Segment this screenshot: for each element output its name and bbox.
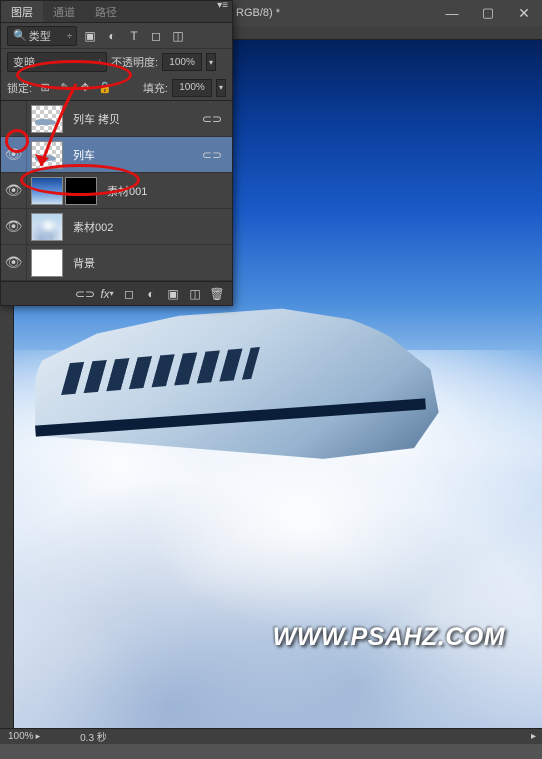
visibility-toggle[interactable]: 👁 xyxy=(1,245,27,280)
layer-row[interactable]: 👁 素材001 xyxy=(1,173,232,209)
filter-pixel-icon[interactable]: ▣ xyxy=(81,27,99,45)
layers-panel: ◄◄ 图层 通道 路径 ▾≡ 🔍类型÷ ▣ ◐ T ◻ ◫ 变暗÷ 不透明度: … xyxy=(0,0,233,306)
tab-paths[interactable]: 路径 xyxy=(85,1,127,22)
blend-mode-select[interactable]: 变暗÷ xyxy=(7,52,107,72)
layer-row[interactable]: 👁 背景 xyxy=(1,245,232,281)
layer-list: 列车 拷贝 ⊂⊃ 👁 列车 ⊂⊃ 👁 素材001 👁 xyxy=(1,101,232,281)
lock-label: 锁定: xyxy=(7,80,32,96)
lock-pixels-icon[interactable]: ✎ xyxy=(56,79,74,97)
maximize-button[interactable]: ▢ xyxy=(470,0,506,26)
visibility-toggle[interactable]: 👁 xyxy=(1,173,27,208)
fx-icon[interactable]: fx▾ xyxy=(98,285,116,303)
filter-adjust-icon[interactable]: ◐ xyxy=(103,27,121,45)
link-layers-icon[interactable]: ⊂⊃ xyxy=(76,285,94,303)
document-title: RGB/8) * xyxy=(230,7,434,19)
trash-icon[interactable]: 🗑 xyxy=(208,285,226,303)
opacity-value[interactable]: 100% xyxy=(162,53,202,71)
lock-transparent-icon[interactable]: ⊞ xyxy=(36,79,54,97)
layer-thumbnail[interactable] xyxy=(31,105,63,133)
fill-value[interactable]: 100% xyxy=(172,79,212,97)
tab-channels[interactable]: 通道 xyxy=(43,1,85,22)
panel-menu-icon[interactable]: ▾≡ xyxy=(217,3,228,9)
filter-type-icon[interactable]: T xyxy=(125,27,143,45)
filter-smart-icon[interactable]: ◫ xyxy=(169,27,187,45)
mask-icon[interactable]: ◻ xyxy=(120,285,138,303)
close-button[interactable]: ✕ xyxy=(506,0,542,26)
fill-label: 填充: xyxy=(143,80,168,96)
layer-thumbnail[interactable] xyxy=(31,141,63,169)
status-bar: 100%▸ 0.3 秒 ▸ xyxy=(0,728,542,744)
zoom-level[interactable]: 100%▸ xyxy=(8,731,40,742)
timing-info: 0.3 秒 xyxy=(80,729,107,744)
lock-position-icon[interactable]: ✥ xyxy=(76,79,94,97)
group-icon[interactable]: ▣ xyxy=(164,285,182,303)
filter-shape-icon[interactable]: ◻ xyxy=(147,27,165,45)
filter-kind-select[interactable]: 🔍类型÷ xyxy=(7,26,77,46)
status-arrow[interactable]: ▸ xyxy=(531,731,536,742)
layer-name[interactable]: 背景 xyxy=(73,255,95,271)
layer-thumbnail[interactable] xyxy=(31,177,63,205)
visibility-toggle[interactable]: 👁 xyxy=(1,137,27,172)
visibility-toggle[interactable] xyxy=(1,101,27,136)
opacity-dropdown[interactable]: ▾ xyxy=(206,53,216,71)
tab-layers[interactable]: 图层 xyxy=(1,1,43,22)
fill-dropdown[interactable]: ▾ xyxy=(216,79,226,97)
layer-row[interactable]: 👁 列车 ⊂⊃ xyxy=(1,137,232,173)
layer-name[interactable]: 素材001 xyxy=(107,183,147,199)
adjustment-icon[interactable]: ◐ xyxy=(142,285,160,303)
link-icon[interactable]: ⊂⊃ xyxy=(202,112,222,126)
lock-all-icon[interactable]: 🔒 xyxy=(96,79,114,97)
new-layer-icon[interactable]: ◫ xyxy=(186,285,204,303)
visibility-toggle[interactable]: 👁 xyxy=(1,209,27,244)
watermark-text: WWW.PSAHZ.COM xyxy=(273,623,505,652)
layer-row[interactable]: 👁 素材002 xyxy=(1,209,232,245)
layer-row[interactable]: 列车 拷贝 ⊂⊃ xyxy=(1,101,232,137)
layer-name[interactable]: 列车 拷贝 xyxy=(73,111,120,127)
opacity-label: 不透明度: xyxy=(111,54,158,70)
mask-thumbnail[interactable] xyxy=(65,177,97,205)
minimize-button[interactable]: — xyxy=(434,0,470,26)
link-icon[interactable]: ⊂⊃ xyxy=(202,148,222,162)
layer-thumbnail[interactable] xyxy=(31,213,63,241)
layer-name[interactable]: 列车 xyxy=(73,147,95,163)
layer-thumbnail[interactable] xyxy=(31,249,63,277)
layer-name[interactable]: 素材002 xyxy=(73,219,113,235)
panel-footer: ⊂⊃ fx▾ ◻ ◐ ▣ ◫ 🗑 xyxy=(1,281,232,305)
